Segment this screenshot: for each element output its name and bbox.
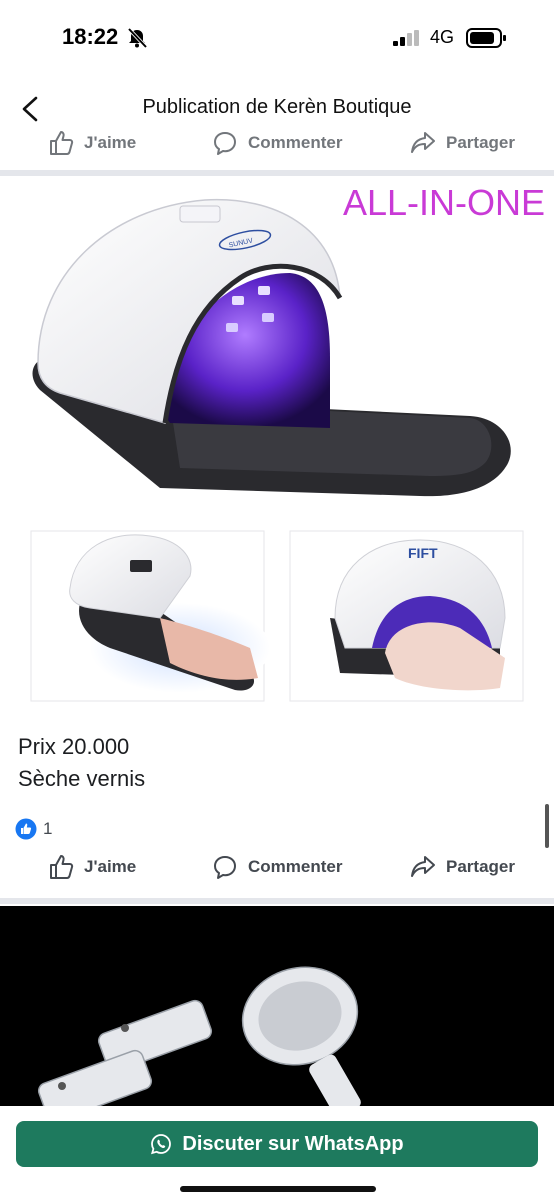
whatsapp-label: Discuter sur WhatsApp: [182, 1132, 404, 1155]
share-arrow-icon: [411, 856, 435, 877]
scrollbar[interactable]: [545, 804, 549, 848]
share-label: Partager: [446, 133, 515, 152]
next-post-photo: [37, 966, 361, 1106]
comment-button-previous[interactable]: Commenter: [212, 130, 342, 156]
thumbs-up-icon: [50, 131, 74, 155]
bell-muted-icon: [127, 27, 148, 49]
like-label: J'aime: [84, 133, 137, 152]
whatsapp-chat-button[interactable]: Discuter sur WhatsApp: [16, 1121, 538, 1167]
post-divider-bottom: [0, 898, 554, 904]
network-type: 4G: [430, 27, 455, 47]
comment-bubble-icon: [214, 856, 236, 879]
comment-label: Commenter: [248, 133, 343, 152]
post-description: Sèche vernis: [18, 766, 146, 791]
thumbnail-right: FIFT: [289, 530, 524, 702]
comment-button[interactable]: Commenter: [212, 854, 342, 880]
status-bar: 18:22 4G: [0, 0, 554, 76]
like-button-previous[interactable]: J'aime: [48, 130, 136, 156]
share-button[interactable]: Partager: [410, 854, 515, 880]
like-reaction-icon: [15, 818, 37, 840]
reaction-summary[interactable]: 1: [15, 818, 52, 840]
post-actions: J'aime Commenter Partager: [0, 854, 554, 894]
share-label: Partager: [446, 857, 515, 876]
page-title: Publication de Kerèn Boutique: [142, 96, 412, 118]
like-label: J'aime: [84, 857, 137, 876]
post-divider-top: [0, 170, 554, 176]
like-button[interactable]: J'aime: [48, 854, 136, 880]
next-post-image[interactable]: [0, 906, 554, 1106]
svg-text:FIFT: FIFT: [408, 545, 438, 561]
like-count: 1: [43, 819, 53, 838]
share-arrow-icon: [411, 132, 435, 153]
comment-label: Commenter: [248, 857, 343, 876]
comment-bubble-icon: [214, 132, 236, 155]
product-photo[interactable]: ALL-IN-ONE SUNUV FIFT: [0, 178, 554, 714]
thumbnail-left: [30, 530, 270, 702]
banner-text: ALL-IN-ONE: [343, 182, 545, 223]
share-button-previous[interactable]: Partager: [410, 130, 515, 156]
previous-post-actions: J'aime Commenter Partager: [0, 130, 554, 170]
thumbs-up-icon: [50, 855, 74, 879]
signal-icon: [393, 30, 419, 46]
whatsapp-icon: [151, 1134, 172, 1155]
battery-icon: [466, 28, 506, 48]
home-indicator[interactable]: [180, 1186, 376, 1192]
post-price: Prix 20.000: [18, 734, 130, 759]
status-time: 18:22: [62, 24, 119, 49]
